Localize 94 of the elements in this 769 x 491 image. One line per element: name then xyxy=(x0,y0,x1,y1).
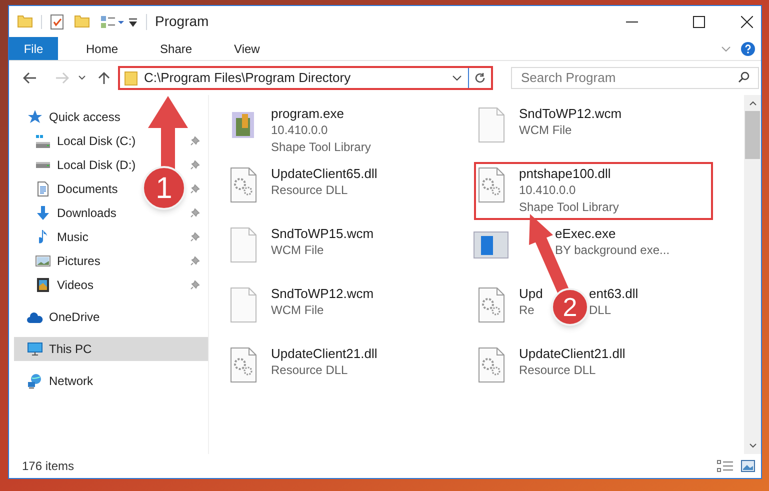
pin-icon[interactable] xyxy=(190,136,200,146)
sidebar-item[interactable]: Music xyxy=(57,228,88,246)
pin-icon[interactable] xyxy=(190,280,200,290)
large-icons-view-icon[interactable] xyxy=(741,460,755,472)
sidebar-item[interactable]: Local Disk (D:) xyxy=(57,156,136,174)
scroll-down-icon[interactable] xyxy=(748,443,756,448)
program-icon xyxy=(230,110,256,140)
file-name[interactable]: eExec.exe xyxy=(555,225,670,242)
download-arrow-icon xyxy=(37,206,49,220)
dropdown-icon[interactable] xyxy=(128,16,138,26)
window-title: Program xyxy=(155,12,209,31)
scrollbar[interactable] xyxy=(744,95,761,454)
file-name[interactable]: ent63.dll xyxy=(589,285,638,302)
ribbon-tab[interactable]: Share xyxy=(146,37,206,60)
sidebar-item[interactable]: Pictures xyxy=(57,252,100,270)
ribbon-tab[interactable]: View xyxy=(220,37,274,60)
file-detail: Re xyxy=(519,302,536,319)
file-detail: DLL xyxy=(589,302,612,319)
back-arrow-icon[interactable] xyxy=(23,72,37,84)
sidebar-item-highlight[interactable]: This PC xyxy=(14,337,208,361)
file-name[interactable]: SndToWP15.wcm xyxy=(271,225,374,242)
maximize-icon[interactable] xyxy=(693,16,705,28)
file-name[interactable]: pntshape100.dll xyxy=(519,165,619,182)
sidebar-item[interactable]: Local Disk (C:) xyxy=(57,132,136,150)
refresh-icon[interactable] xyxy=(474,72,486,84)
scroll-up-icon[interactable] xyxy=(748,101,756,106)
address-bar[interactable]: C:\Program Files\Program Directory xyxy=(118,66,493,90)
sidebar-item[interactable]: OneDrive xyxy=(49,308,100,326)
file-name[interactable]: Upd xyxy=(519,285,543,302)
sidebar-item[interactable]: Videos xyxy=(57,276,94,294)
sidebar-item[interactable]: Quick access xyxy=(49,108,120,126)
search-icon xyxy=(738,71,750,83)
help-icon[interactable] xyxy=(741,42,755,56)
music-note-icon xyxy=(38,230,48,244)
film-icon xyxy=(37,278,49,292)
folder-icon xyxy=(124,70,138,86)
file-detail: BY background exe... xyxy=(555,242,670,259)
star-icon xyxy=(27,109,43,125)
file-name[interactable]: program.exe xyxy=(271,105,371,122)
sidebar-item[interactable]: Network xyxy=(49,372,94,390)
close-icon[interactable] xyxy=(741,16,753,28)
file-detail: Shape Tool Library xyxy=(519,199,619,216)
file-name[interactable]: UpdateClient21.dll xyxy=(271,345,378,362)
sidebar-item[interactable]: This PC xyxy=(49,340,92,358)
file-detail: Resource DLL xyxy=(519,362,597,379)
network-icon xyxy=(27,374,43,388)
file-name[interactable]: UpdateClient21.dll xyxy=(519,345,626,362)
address-path: C:\Program Files\Program Directory xyxy=(144,69,351,88)
file-name[interactable]: SndToWP12.wcm xyxy=(271,285,374,302)
application-window-icon xyxy=(473,231,509,259)
details-view-icon[interactable] xyxy=(717,460,733,472)
file-detail: 10.410.0.0 xyxy=(271,122,329,139)
item-count: 176 items xyxy=(22,458,74,475)
blank-file-icon xyxy=(230,287,256,323)
gears-file-icon xyxy=(478,347,504,383)
file-detail: Resource DLL xyxy=(271,362,349,379)
gears-file-icon xyxy=(230,167,256,203)
picture-icon xyxy=(35,255,51,267)
properties-icon[interactable] xyxy=(100,14,124,28)
drive-icon xyxy=(35,134,51,148)
minimize-icon[interactable] xyxy=(626,20,638,22)
ribbon-tab[interactable]: Home xyxy=(72,37,132,60)
file-detail: 10.410.0.0 xyxy=(519,182,577,199)
computer-icon xyxy=(27,342,43,356)
pin-icon[interactable] xyxy=(190,232,200,242)
expand-ribbon-icon[interactable] xyxy=(721,46,731,52)
gears-file-icon xyxy=(478,287,504,323)
blank-file-icon xyxy=(478,107,504,143)
drive-icon xyxy=(35,162,51,168)
gears-file-icon xyxy=(230,347,256,383)
pin-icon[interactable] xyxy=(190,256,200,266)
cloud-icon xyxy=(27,312,43,322)
pin-icon[interactable] xyxy=(190,208,200,218)
pin-icon[interactable] xyxy=(190,184,200,194)
sidebar-item[interactable]: Documents xyxy=(57,180,118,198)
file-detail: WCM File xyxy=(519,122,573,139)
scrollbar-thumb[interactable] xyxy=(745,111,760,159)
file-name[interactable]: SndToWP12.wcm xyxy=(519,105,622,122)
file-detail: Resource DLL xyxy=(271,182,349,199)
file-detail: Shape Tool Library xyxy=(271,139,371,156)
blank-file-icon xyxy=(230,227,256,263)
ribbon-tab[interactable]: File xyxy=(9,37,58,60)
pin-icon[interactable] xyxy=(190,160,200,170)
dropdown-icon[interactable] xyxy=(452,75,462,81)
gears-file-icon xyxy=(478,167,504,203)
up-arrow-icon[interactable] xyxy=(98,71,110,85)
search-field[interactable]: Search Program xyxy=(511,66,759,88)
file-name[interactable]: UpdateClient65.dll xyxy=(271,165,378,182)
document-icon xyxy=(37,181,49,197)
file-detail: WCM File xyxy=(271,302,325,319)
recent-locations-icon[interactable] xyxy=(78,75,86,81)
sidebar-item[interactable]: Downloads xyxy=(57,204,116,222)
file-detail: WCM File xyxy=(271,242,325,259)
checklist-icon[interactable] xyxy=(50,14,64,30)
